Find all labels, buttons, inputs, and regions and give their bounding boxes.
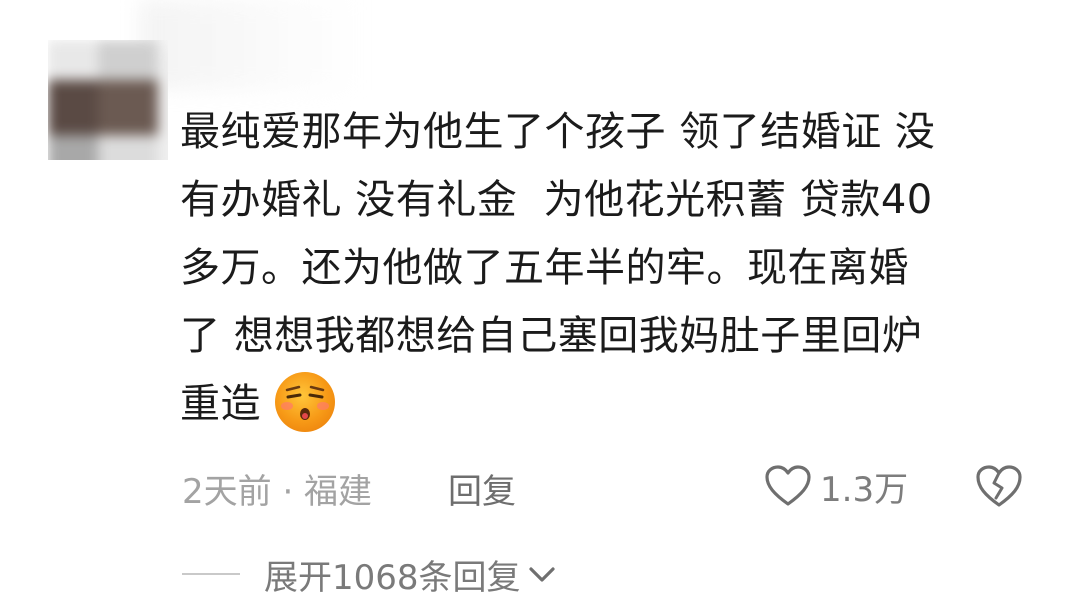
like-button[interactable]: 1.3万: [764, 460, 908, 512]
reply-button[interactable]: 回复: [448, 464, 516, 513]
chevron-down-icon: [528, 567, 555, 582]
divider-dash: [182, 573, 240, 575]
heart-outline-icon: [765, 465, 811, 506]
comment-text: 最纯爱那年为他生了个孩子 领了结婚证 没 有办婚礼 没有礼金 为他花光积蓄 贷款…: [180, 98, 1040, 438]
expand-replies-button[interactable]: 展开1068条回复: [182, 548, 557, 600]
comment-line: 最纯爱那年为他生了个孩子 领了结婚证 没: [180, 109, 936, 155]
comment-line: 有办婚礼 没有礼金 为他花光积蓄 贷款40: [180, 177, 933, 223]
comment-line: 重造: [180, 381, 261, 427]
broken-heart-outline-icon[interactable]: [974, 462, 1024, 510]
background-blur: [140, 0, 360, 90]
tired-face-emoji-icon: [275, 372, 335, 432]
like-count: 1.3万: [820, 469, 909, 510]
comment-last-line: 重造: [180, 370, 1040, 438]
comment-item: 最纯爱那年为他生了个孩子 领了结婚证 没 有办婚礼 没有礼金 为他花光积蓄 贷款…: [0, 0, 1080, 604]
comment-line: 多万。还为他做了五年半的牢。现在离婚: [180, 245, 909, 291]
comment-time-location: 2天前 · 福建: [182, 472, 373, 512]
avatar[interactable]: [48, 40, 168, 160]
expand-replies-label: 展开1068条回复: [264, 557, 521, 598]
comment-line: 了 想想我都想给自己塞回我妈肚子里回炉: [180, 313, 923, 359]
